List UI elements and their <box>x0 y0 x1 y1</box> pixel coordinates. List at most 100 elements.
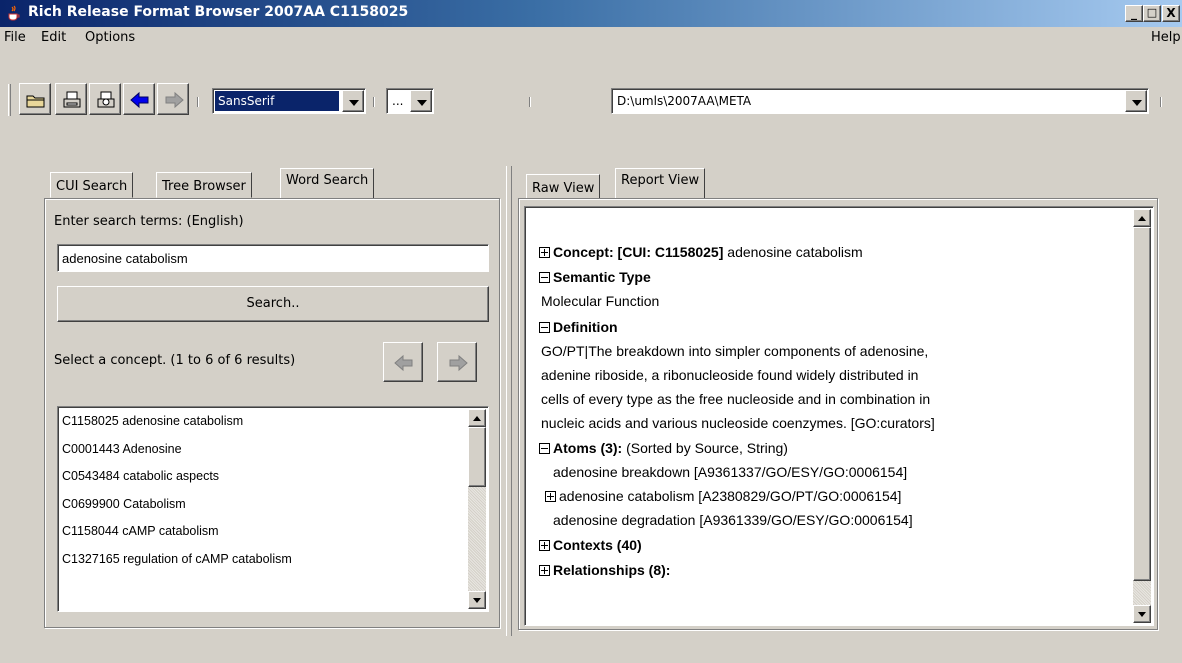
next-results-button[interactable] <box>437 342 477 382</box>
tab-raw-view[interactable]: Raw View <box>526 174 601 200</box>
right-panel: Raw View Report View Concept: [CUI: C115… <box>518 168 1158 630</box>
scroll-thumb[interactable] <box>1133 227 1151 581</box>
window-title: Rich Release Format Browser 2007AA C1158… <box>28 4 409 20</box>
scroll-thumb[interactable] <box>468 427 486 487</box>
semantic-type-value: Molecular Function <box>541 293 660 309</box>
menu-file[interactable]: File <box>4 30 26 45</box>
collapse-icon[interactable] <box>539 272 550 283</box>
path-combo-value: D:\umls\2007AA\META <box>617 94 752 108</box>
toolbar-separator <box>529 97 531 107</box>
scroll-up-button[interactable] <box>1133 209 1151 227</box>
menu-bar: File Edit Options Help <box>0 27 1182 49</box>
arrow-right-icon <box>165 91 184 109</box>
expand-icon[interactable] <box>539 540 550 551</box>
toolbar-separator <box>1160 97 1162 107</box>
back-button[interactable] <box>123 83 155 115</box>
atoms-note: (Sorted by Source, String) <box>626 440 788 456</box>
forward-button[interactable] <box>157 83 189 115</box>
split-divider[interactable] <box>506 166 512 636</box>
font-combo[interactable]: SansSerif <box>212 88 366 114</box>
print-button[interactable] <box>55 83 87 115</box>
concept-row: Concept: [CUI: C1158025] adenosine catab… <box>539 244 863 260</box>
list-item[interactable]: C1158025 adenosine catabolism <box>62 414 243 428</box>
report-scrollbar[interactable] <box>1133 209 1151 623</box>
printer-icon <box>63 91 81 108</box>
contexts-label: Contexts (40) <box>553 537 642 553</box>
tab-word-search[interactable]: Word Search <box>280 168 375 198</box>
scroll-down-button[interactable] <box>468 591 486 609</box>
expand-icon[interactable] <box>539 247 550 258</box>
atoms-header: Atoms (3): (Sorted by Source, String) <box>539 440 788 456</box>
relationships-label: Relationships (8): <box>553 562 671 578</box>
search-button[interactable]: Search.. <box>57 286 489 322</box>
arrow-left-icon <box>394 354 413 372</box>
scroll-up-button[interactable] <box>468 409 486 427</box>
word-search-pane: Enter search terms: (English) Search.. S… <box>44 198 500 628</box>
font-combo-value: SansSerif <box>215 91 339 111</box>
open-folder-icon <box>26 95 45 108</box>
chevron-down-icon <box>473 598 481 603</box>
report-view-pane: Concept: [CUI: C1158025] adenosine catab… <box>518 198 1158 630</box>
tab-tree-browser[interactable]: Tree Browser <box>156 172 252 198</box>
search-terms-label: Enter search terms: (English) <box>54 214 244 229</box>
scroll-down-button[interactable] <box>1133 605 1151 623</box>
toolbar-grip <box>8 84 11 116</box>
left-panel: CUI Search Tree Browser Word Search Ente… <box>44 168 500 628</box>
concept-label: Concept: [CUI: C1158025] <box>553 244 724 260</box>
title-bar: Rich Release Format Browser 2007AA C1158… <box>0 0 1182 27</box>
font-combo-dropdown-button[interactable] <box>342 90 364 112</box>
chevron-down-icon <box>1138 612 1146 617</box>
tab-report-view[interactable]: Report View <box>615 168 706 198</box>
toolbar-separator <box>373 97 375 107</box>
atoms-label: Atoms (3): <box>553 440 623 456</box>
java-cup-icon <box>8 5 20 21</box>
collapse-icon[interactable] <box>539 443 550 454</box>
list-item[interactable]: C0001443 Adenosine <box>62 442 182 456</box>
results-label: Select a concept. (1 to 6 of 6 results) <box>54 353 296 368</box>
print-preview-button[interactable] <box>89 83 121 115</box>
expand-icon[interactable] <box>545 491 556 502</box>
path-dropdown-button[interactable] <box>1125 90 1147 112</box>
concept-name: adenosine catabolism <box>727 244 863 260</box>
list-item[interactable]: C1327165 regulation of cAMP catabolism <box>62 552 292 566</box>
open-button[interactable] <box>19 83 51 115</box>
chevron-up-icon <box>1138 216 1146 221</box>
expand-icon[interactable] <box>539 565 550 576</box>
relationships-header: Relationships (8): <box>539 562 670 578</box>
tab-cui-search[interactable]: CUI Search <box>50 172 134 198</box>
menu-edit[interactable]: Edit <box>41 30 66 45</box>
prev-results-button[interactable] <box>383 342 423 382</box>
definition-line: adenine riboside, a ribonucleoside found… <box>541 367 919 383</box>
definition-label: Definition <box>553 319 618 335</box>
list-item[interactable]: C0699900 Catabolism <box>62 497 186 511</box>
contexts-header: Contexts (40) <box>539 537 642 553</box>
chevron-down-icon <box>349 100 359 106</box>
font-size-combo[interactable]: ... <box>386 88 434 114</box>
definition-line: GO/PT|The breakdown into simpler compone… <box>541 343 929 359</box>
list-item[interactable]: C1158044 cAMP catabolism <box>62 524 219 538</box>
font-size-value: ... <box>392 94 404 108</box>
path-combo[interactable]: D:\umls\2007AA\META <box>611 88 1149 114</box>
maximize-button[interactable]: □ <box>1143 5 1161 22</box>
semantic-type-header: Semantic Type <box>539 269 651 285</box>
close-button[interactable]: X <box>1162 5 1180 22</box>
atom-row: adenosine catabolism [A2380829/GO/PT/GO:… <box>545 488 901 504</box>
print-preview-icon <box>97 91 115 108</box>
menu-help[interactable]: Help <box>1151 30 1181 45</box>
search-input[interactable] <box>57 244 489 272</box>
collapse-icon[interactable] <box>539 322 550 333</box>
definition-line: cells of every type as the free nucleosi… <box>541 391 931 407</box>
minimize-button[interactable]: _ <box>1125 5 1143 22</box>
font-size-dropdown-button[interactable] <box>410 90 432 112</box>
atom-text: adenosine catabolism [A2380829/GO/PT/GO:… <box>559 488 902 504</box>
definition-line: nucleic acids and various nucleoside coe… <box>541 415 935 431</box>
results-scrollbar[interactable] <box>468 409 486 609</box>
atom-row: adenosine degradation [A9361339/GO/ESY/G… <box>553 512 913 528</box>
report-content: Concept: [CUI: C1158025] adenosine catab… <box>524 206 1154 626</box>
atom-row: adenosine breakdown [A9361337/GO/ESY/GO:… <box>553 464 908 480</box>
menu-options[interactable]: Options <box>85 30 135 45</box>
list-item[interactable]: C0543484 catabolic aspects <box>62 469 219 483</box>
chevron-down-icon <box>417 100 427 106</box>
results-list: C1158025 adenosine catabolism C0001443 A… <box>57 406 489 612</box>
arrow-left-icon <box>130 91 149 109</box>
